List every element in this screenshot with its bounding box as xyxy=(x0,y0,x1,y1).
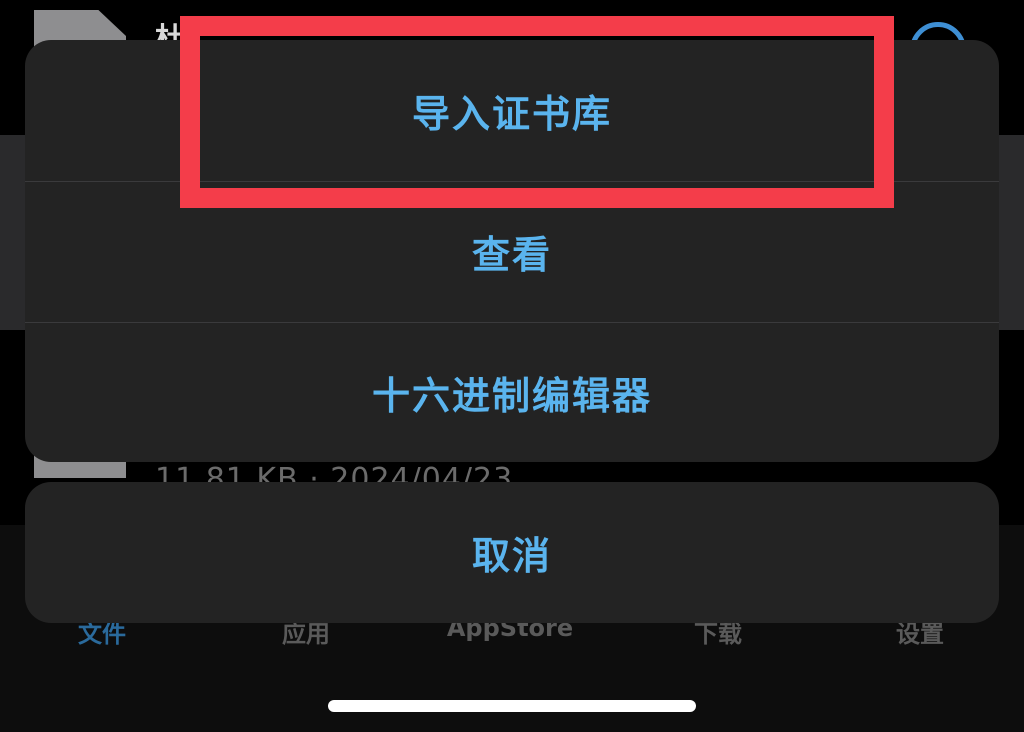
action-sheet: 导入证书库 查看 十六进制编辑器 xyxy=(25,40,999,462)
view-button[interactable]: 查看 xyxy=(25,181,999,322)
import-certificate-store-button[interactable]: 导入证书库 xyxy=(25,40,999,181)
screen: 杜 11.81 KB · 2024/04/23 文件 应用 AppStore 下… xyxy=(0,0,1024,732)
hex-editor-button[interactable]: 十六进制编辑器 xyxy=(25,322,999,462)
cancel-button[interactable]: 取消 xyxy=(25,482,999,623)
home-indicator[interactable] xyxy=(328,700,696,712)
